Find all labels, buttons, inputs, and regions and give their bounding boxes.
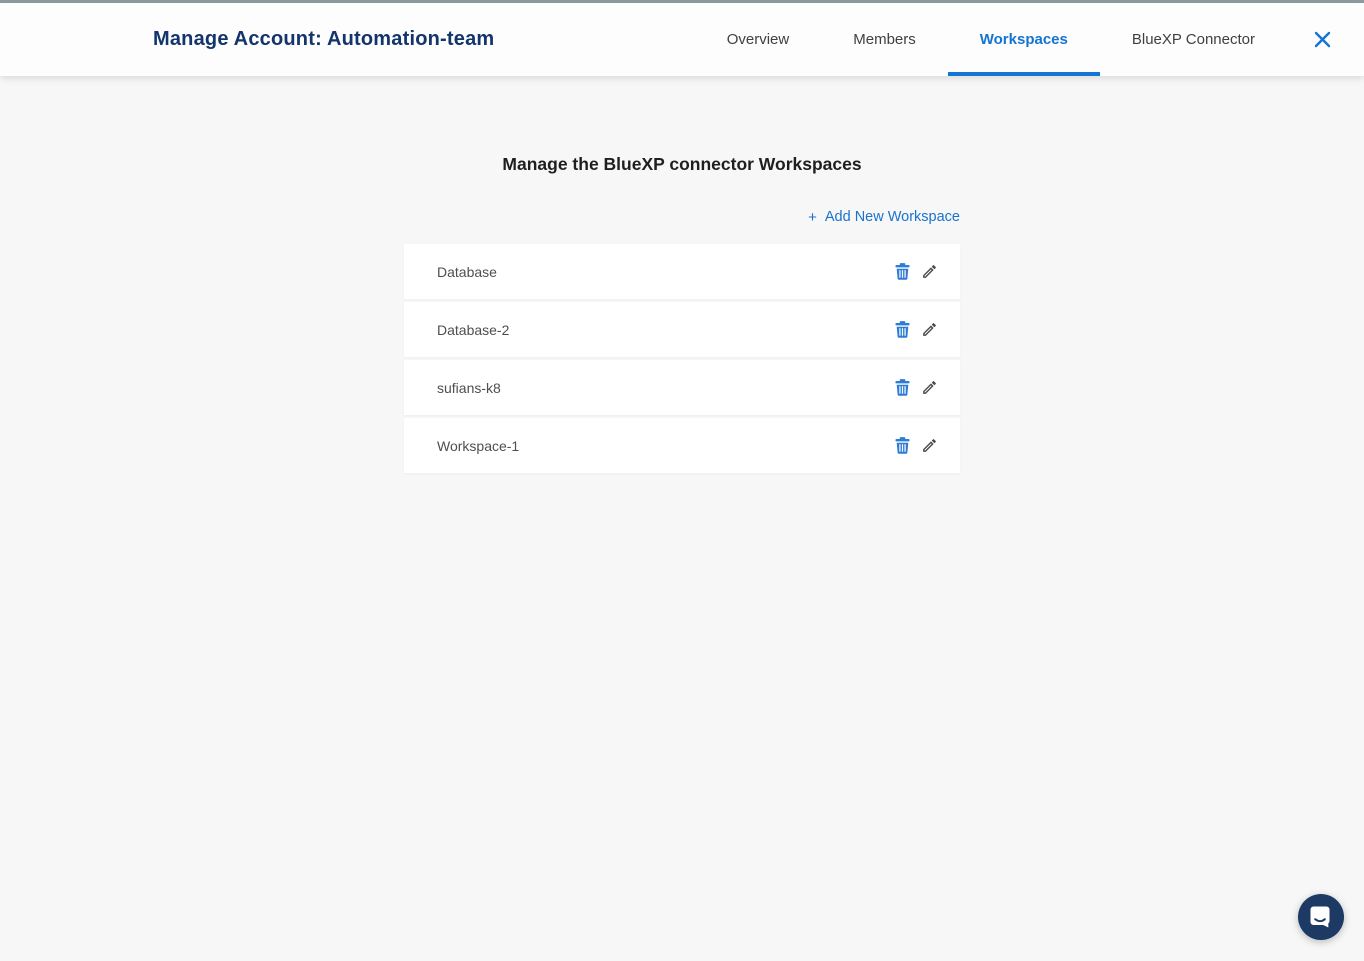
workspace-name: Workspace-1 xyxy=(437,438,519,454)
row-actions xyxy=(892,378,939,398)
workspace-name: Database xyxy=(437,264,497,280)
edit-workspace-button[interactable] xyxy=(919,320,939,340)
edit-workspace-button[interactable] xyxy=(919,378,939,398)
plus-icon: + xyxy=(808,210,817,225)
main-content: Manage the BlueXP connector Workspaces +… xyxy=(0,76,1364,473)
workspace-name: Database-2 xyxy=(437,322,509,338)
trash-icon xyxy=(895,263,910,280)
tab-workspaces[interactable]: Workspaces xyxy=(948,3,1100,76)
workspace-list: Database xyxy=(404,244,960,473)
section-heading: Manage the BlueXP connector Workspaces xyxy=(0,154,1364,175)
row-actions xyxy=(892,320,939,340)
delete-workspace-button[interactable] xyxy=(892,378,912,398)
close-icon[interactable] xyxy=(1313,31,1331,49)
tab-members[interactable]: Members xyxy=(821,3,948,76)
chat-bubble-icon xyxy=(1309,905,1333,929)
tab-bluexp-connector[interactable]: BlueXP Connector xyxy=(1100,3,1287,76)
chat-launcher-button[interactable] xyxy=(1298,894,1344,940)
pencil-icon xyxy=(921,379,938,396)
pencil-icon xyxy=(921,263,938,280)
header: Manage Account: Automation-team Overview… xyxy=(0,3,1364,76)
trash-icon xyxy=(895,321,910,338)
add-row: + Add New Workspace xyxy=(404,209,960,225)
trash-icon xyxy=(895,437,910,454)
workspace-row: Workspace-1 xyxy=(404,418,960,473)
add-new-workspace-label: Add New Workspace xyxy=(825,209,960,225)
pencil-icon xyxy=(921,437,938,454)
edit-workspace-button[interactable] xyxy=(919,262,939,282)
delete-workspace-button[interactable] xyxy=(892,436,912,456)
delete-workspace-button[interactable] xyxy=(892,320,912,340)
tab-overview[interactable]: Overview xyxy=(695,3,822,76)
workspace-row: Database xyxy=(404,244,960,299)
page-title: Manage Account: Automation-team xyxy=(153,28,494,51)
row-actions xyxy=(892,436,939,456)
row-actions xyxy=(892,262,939,282)
workspace-panel: + Add New Workspace Database xyxy=(404,209,960,473)
delete-workspace-button[interactable] xyxy=(892,262,912,282)
x-close-icon xyxy=(1314,31,1331,48)
pencil-icon xyxy=(921,321,938,338)
tab-bar: Overview Members Workspaces BlueXP Conne… xyxy=(695,3,1287,76)
edit-workspace-button[interactable] xyxy=(919,436,939,456)
add-new-workspace-button[interactable]: + Add New Workspace xyxy=(808,209,960,225)
workspace-name: sufians-k8 xyxy=(437,380,501,396)
workspace-row: sufians-k8 xyxy=(404,360,960,415)
trash-icon xyxy=(895,379,910,396)
workspace-row: Database-2 xyxy=(404,302,960,357)
